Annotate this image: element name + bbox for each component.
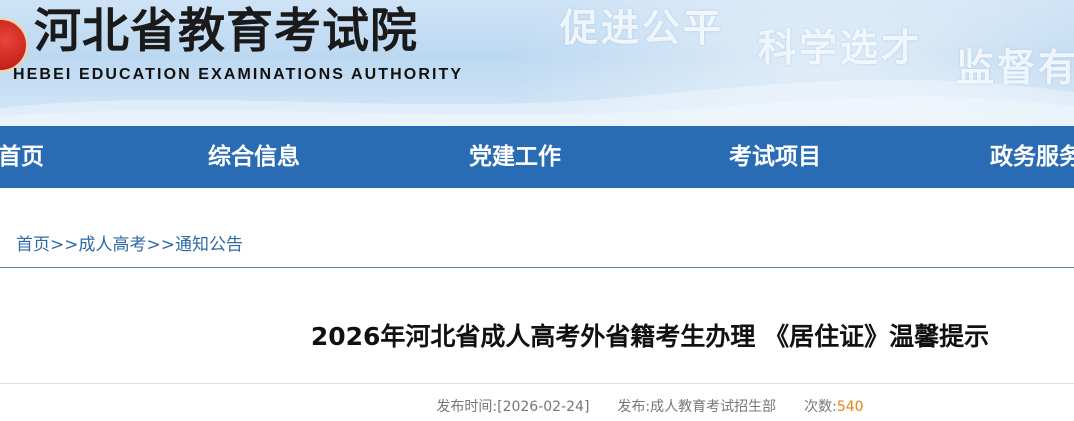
breadcrumb-adult-exam[interactable]: 成人高考 xyxy=(79,235,147,255)
breadcrumb-separator: >> xyxy=(50,235,79,255)
breadcrumb: 首页>>成人高考>>通知公告 xyxy=(16,232,243,258)
banner-slogan-supervision: 监督有 xyxy=(956,46,1074,90)
nav-item-home[interactable]: 首页 xyxy=(0,126,44,188)
breadcrumb-notices[interactable]: 通知公告 xyxy=(175,235,243,255)
nav-item-party-building[interactable]: 党建工作 xyxy=(469,126,561,188)
publisher-label: 发布: xyxy=(617,399,651,415)
article-meta: 发布时间:[2026-02-24] 发布:成人教育考试招生部 次数:540 xyxy=(0,396,1074,418)
breadcrumb-divider xyxy=(0,267,1074,268)
nav-item-general-info[interactable]: 综合信息 xyxy=(208,126,300,188)
banner-slogan-selection: 科学选才 xyxy=(758,26,923,70)
publish-date-label: 发布时间: xyxy=(436,399,498,415)
publisher-value: 成人教育考试招生部 xyxy=(650,399,777,415)
site-header-banner: 河北省教育考试院 HEBEI EDUCATION EXAMINATIONS AU… xyxy=(0,0,1074,126)
main-nav: 首页 综合信息 党建工作 考试项目 政务服务 xyxy=(0,126,1074,188)
site-logo-subtitle: HEBEI EDUCATION EXAMINATIONS AUTHORITY xyxy=(13,66,464,83)
nav-item-government-services[interactable]: 政务服务 xyxy=(990,126,1074,188)
breadcrumb-home[interactable]: 首页 xyxy=(16,235,50,255)
view-count-value: 540 xyxy=(836,399,864,415)
breadcrumb-separator: >> xyxy=(146,235,176,255)
view-count-label: 次数: xyxy=(804,399,837,415)
banner-slogan-fairness: 促进公平 xyxy=(560,6,725,50)
title-divider xyxy=(0,383,1074,384)
site-logo-title[interactable]: 河北省教育考试院 xyxy=(34,4,418,60)
nav-item-exam-programs[interactable]: 考试项目 xyxy=(729,126,821,188)
article-title: 2026年河北省成人高考外省籍考生办理 《居住证》温馨提示 xyxy=(310,322,990,351)
publish-date-value: [2026-02-24] xyxy=(497,399,590,415)
